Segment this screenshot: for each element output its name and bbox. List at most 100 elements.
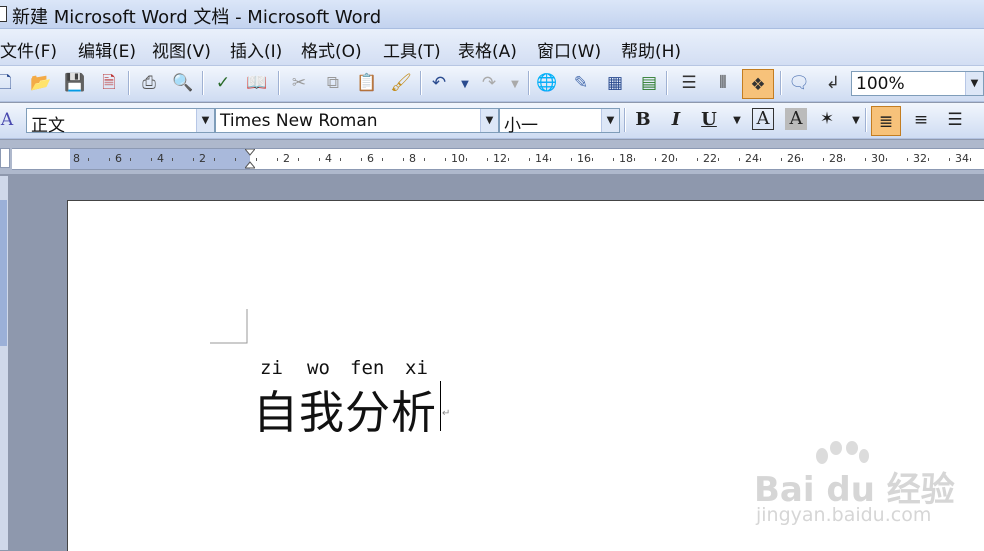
insert-table-icon[interactable]: ▦ [604,72,626,94]
styles-and-formatting-icon[interactable]: A [0,109,18,131]
ruler-tick [487,158,488,161]
menu-item[interactable]: 表格(A) [458,37,517,62]
menu-item[interactable]: 格式(O) [301,37,362,62]
ruler-tick [382,158,383,161]
align-justify-button[interactable]: ≣ [871,106,901,136]
paragraph-mark: ↵ [442,408,451,419]
font-size-value: 小一 [504,116,538,136]
chevron-down-icon[interactable]: ▼ [601,109,619,132]
redo-dropdown-icon[interactable]: ▼ [504,74,526,96]
ruler-tick [697,158,698,161]
ruler-tick [508,158,509,161]
spelling-check-icon[interactable]: ✓ [212,72,234,94]
ruler-tick [151,158,152,161]
ruler-tick [172,158,173,161]
document-map-icon[interactable]: ❖ [742,69,774,99]
toolbar-separator [865,108,867,132]
font-size-combobox[interactable]: 小一 ▼ [499,108,620,136]
ruler-label: 20 [661,152,675,165]
ruler-label: 14 [535,152,549,165]
new-document-icon[interactable]: 🗋 [0,72,16,94]
ruler-tick [529,158,530,161]
style-value: 正文 [31,116,65,136]
tables-and-borders-icon[interactable]: ✎ [570,72,592,94]
ruler-tick [760,158,761,161]
underline-button[interactable]: U [697,108,721,132]
ruler-tick [886,158,887,161]
ruler-label: 10 [451,152,465,165]
menu-item[interactable]: 窗口(W) [537,37,601,62]
menu-item[interactable]: 编辑(E) [78,37,136,62]
print-preview-icon[interactable]: 🔍 [172,72,194,94]
word-document-icon[interactable] [0,6,7,22]
align-center-icon[interactable]: ≡ [910,109,932,131]
font-value: Times New Roman [220,111,378,131]
ruler-label: 34 [955,152,969,165]
ruler-label: 8 [409,152,416,165]
style-combobox[interactable]: 正文 ▼ [26,108,215,136]
menu-item[interactable]: 插入(I) [230,37,282,62]
drawing-icon[interactable]: ⫴ [712,72,734,94]
toolbar-separator [278,71,280,95]
tab-selector[interactable] [0,148,10,168]
chevron-down-icon[interactable]: ▼ [480,109,498,132]
formatting-toolbar: A 正文 ▼ Times New Roman ▼ 小一 ▼ B I U ▼ A … [0,103,984,139]
ruler-tick [403,158,404,161]
ruler-tick [109,158,110,161]
character-border-button[interactable]: A [752,108,774,130]
chevron-down-icon[interactable]: ▼ [965,72,983,95]
font-combobox[interactable]: Times New Roman ▼ [215,108,499,133]
toolbar-separator [420,71,422,95]
horizontal-ruler[interactable]: 8 6 4 2 2 4 6 8 10 12 14 16 18 20 22 24 26 28 30 32 34 [12,148,984,170]
insert-hyperlink-icon[interactable]: 🌐 [536,72,558,94]
ruler-tick [277,158,278,161]
menu-item[interactable]: 工具(T) [383,37,441,62]
copy-icon[interactable]: ⧉ [322,72,344,94]
paste-icon[interactable]: 📋 [356,72,378,94]
underline-dropdown-icon[interactable]: ▼ [726,110,748,132]
ruler-label: 32 [913,152,927,165]
menu-item[interactable]: 帮助(H) [621,37,681,62]
research-icon[interactable]: 📖 [246,72,268,94]
bold-button[interactable]: B [631,108,655,132]
zoom-combobox[interactable]: 100% ▼ [851,71,984,96]
italic-button[interactable]: I [664,108,688,132]
align-right-icon[interactable]: ☰ [944,109,966,131]
save-icon[interactable]: 💾 [64,72,86,94]
insert-excel-icon[interactable]: ▤ [638,72,660,94]
open-folder-icon[interactable]: 📂 [30,72,52,94]
highlight-dropdown-icon[interactable]: ▼ [845,110,867,132]
redo-icon[interactable]: ↷ [478,72,500,94]
ruler-tick [949,158,950,161]
menu-item[interactable]: 文件(F) [0,37,57,62]
character-shading-button[interactable]: A [785,108,807,130]
ruler-tick [970,158,971,161]
columns-icon[interactable]: ☰ [678,72,700,94]
show-hide-marks-icon[interactable]: ↲ [822,72,844,94]
ruler-tick [88,158,89,161]
permission-icon[interactable]: 🗎 [98,72,120,94]
ruler-tick [424,158,425,161]
ruler-tick [130,158,131,161]
menu-item[interactable]: 视图(V) [152,37,211,62]
ruler-tick [445,158,446,161]
ruler-tick [319,158,320,161]
ruler-tick [466,158,467,161]
highlight-icon[interactable]: ✶ [816,108,838,130]
ruler-label: 6 [115,152,122,165]
print-icon[interactable]: ⎙ [138,72,160,94]
cut-icon[interactable]: ✂ [288,72,310,94]
ruler-tick [928,158,929,161]
ruler-label: 2 [283,152,290,165]
undo-dropdown-icon[interactable]: ▼ [454,74,476,96]
toolbar-separator [624,108,626,132]
format-painter-icon[interactable]: 🖌 [390,72,412,94]
indent-marker-icon[interactable] [245,149,255,169]
chevron-down-icon[interactable]: ▼ [196,109,214,132]
read-mode-icon[interactable]: 🗨 [788,72,810,94]
ruler-tick [718,158,719,161]
undo-icon[interactable]: ↶ [428,72,450,94]
ruler-label: 18 [619,152,633,165]
text-cursor [440,381,441,431]
document-text[interactable]: 自我分析 [253,376,437,441]
